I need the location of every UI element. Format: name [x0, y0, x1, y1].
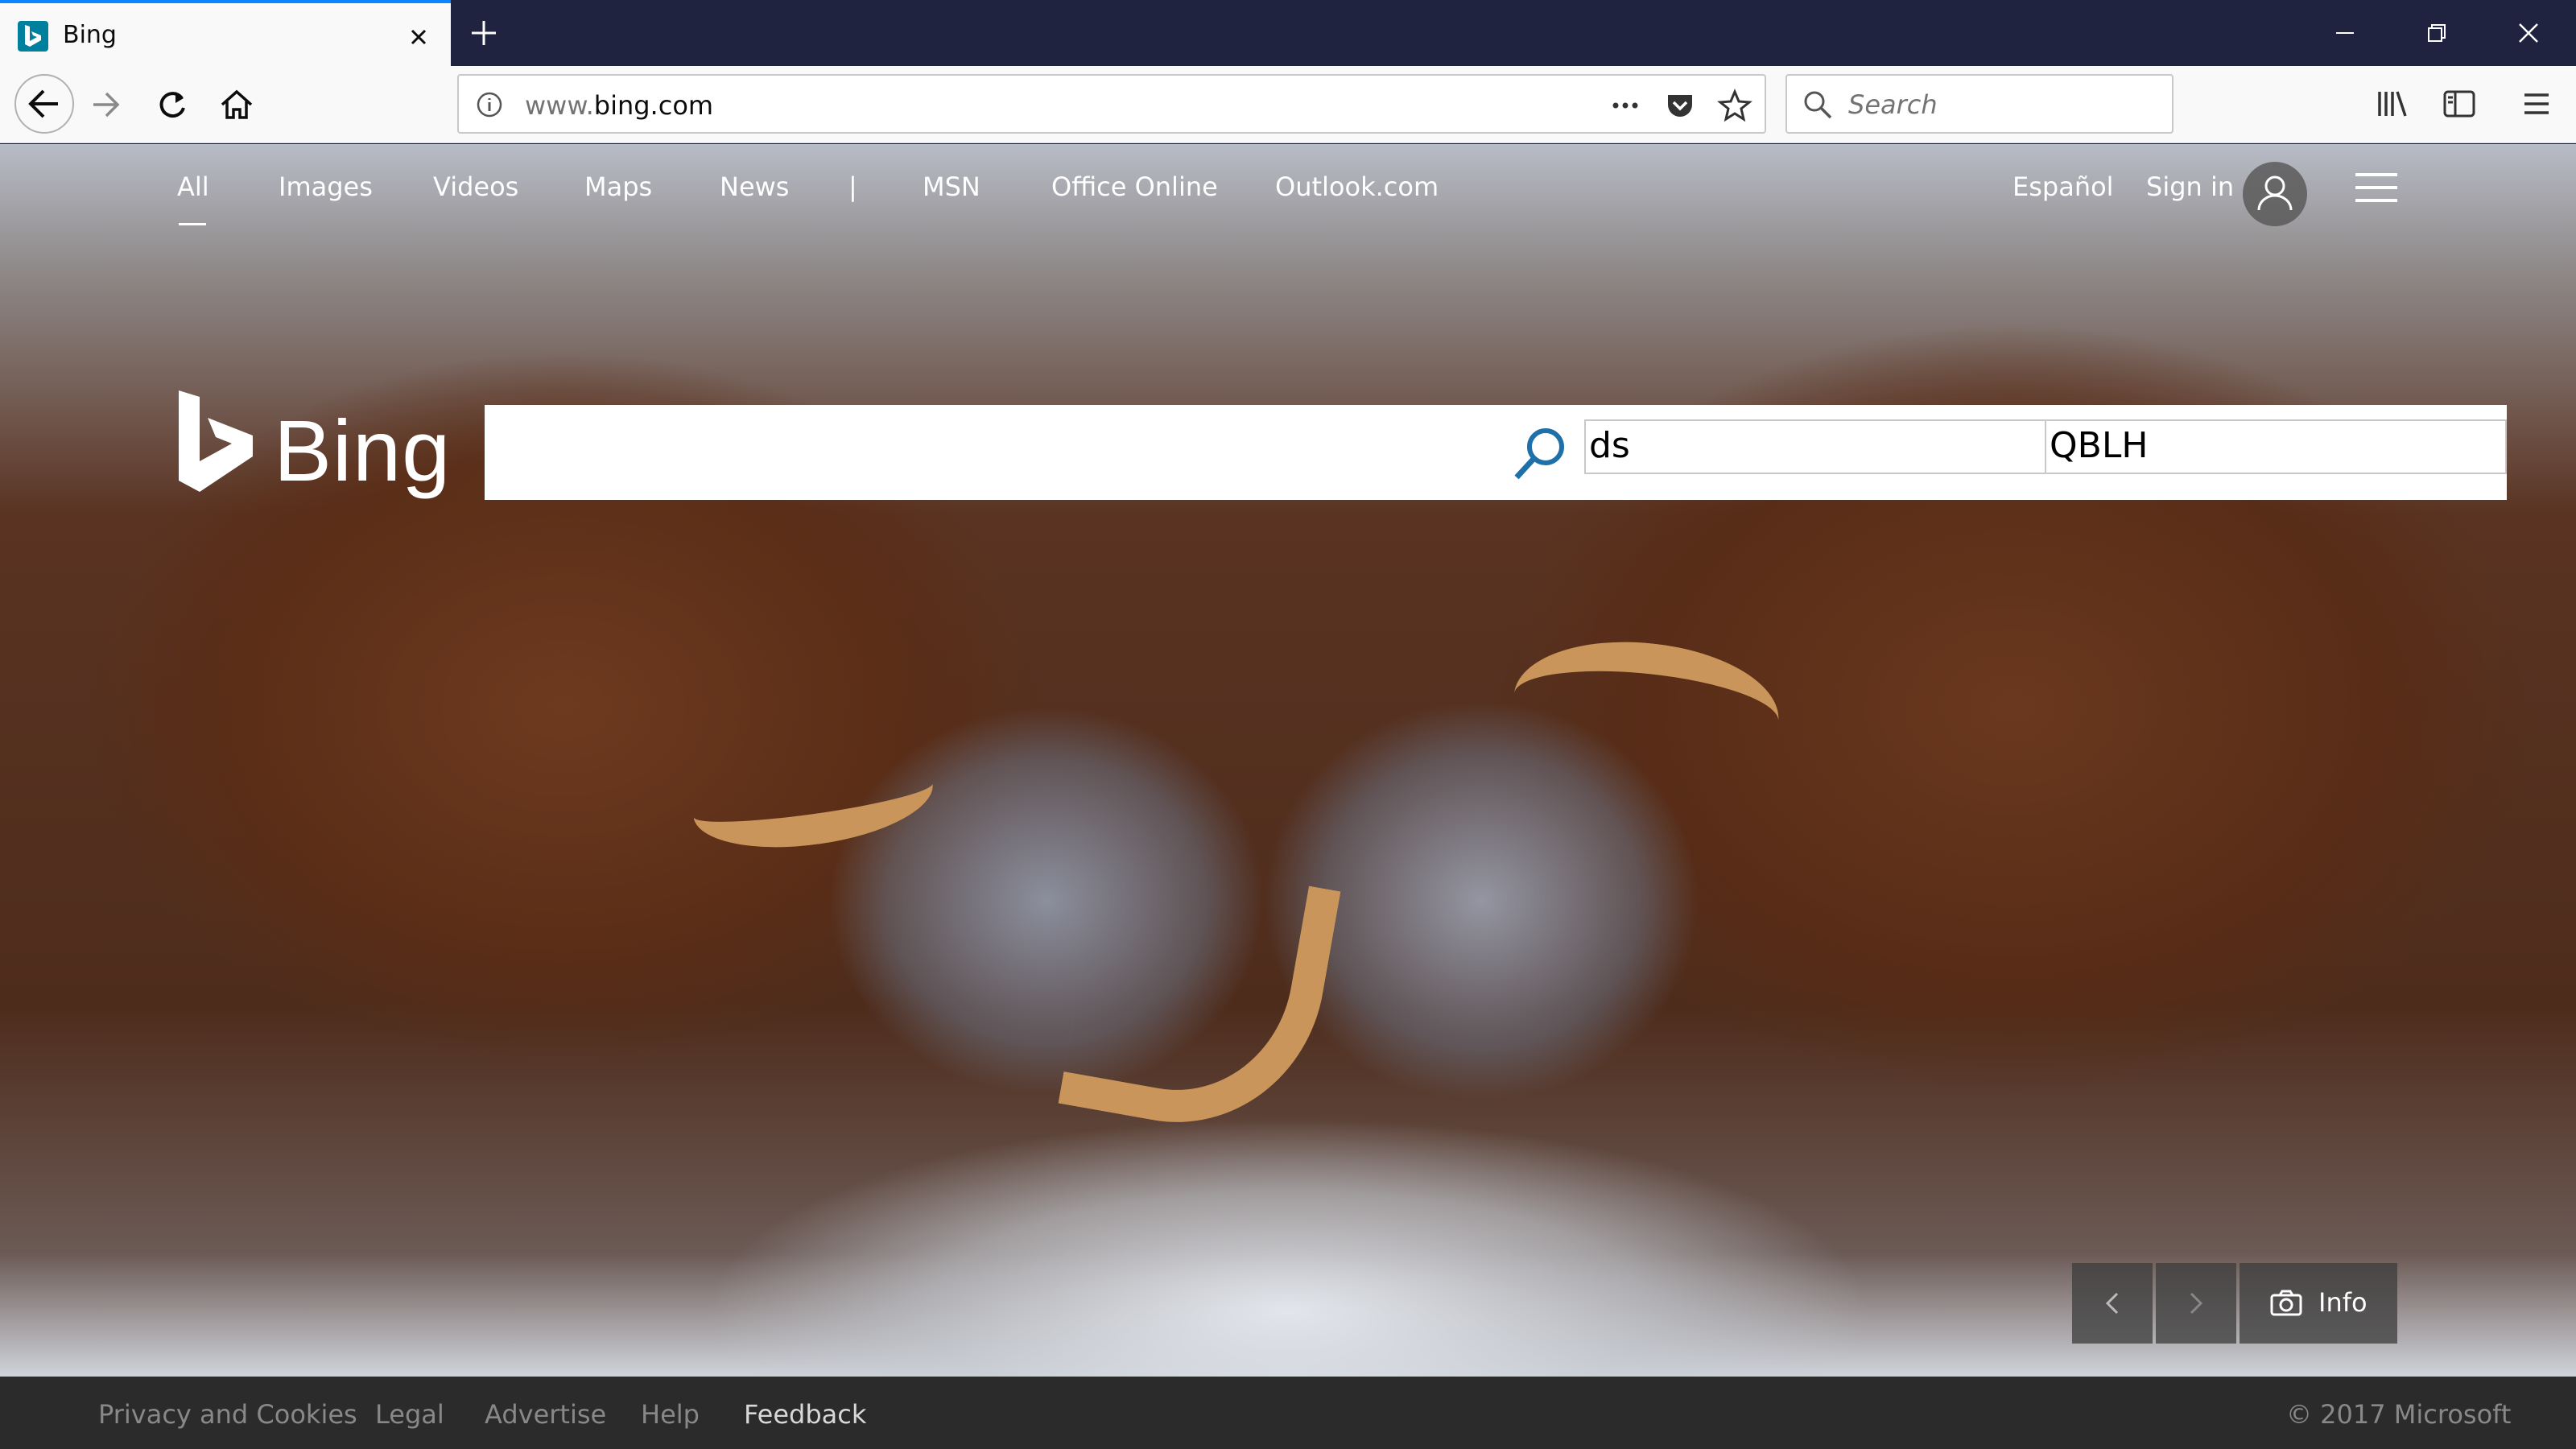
nav-maps[interactable]: Maps [584, 171, 652, 202]
camera-icon [2270, 1290, 2302, 1316]
browser-search-bar[interactable] [1785, 74, 2174, 134]
nav-all[interactable]: All [177, 171, 209, 202]
nav-outlook[interactable]: Outlook.com [1275, 171, 1439, 202]
next-image-button[interactable] [2156, 1263, 2236, 1344]
library-icon[interactable] [2373, 84, 2413, 124]
sidebar-icon[interactable] [2439, 84, 2479, 124]
browser-titlebar: Bing [0, 0, 2576, 66]
footer-help-link[interactable]: Help [641, 1399, 700, 1430]
nav-videos[interactable]: Videos [433, 171, 518, 202]
minimize-icon[interactable] [2325, 13, 2365, 53]
address-bar[interactable]: www.bing.com [457, 74, 1766, 134]
bing-favicon-icon [18, 21, 48, 52]
new-tab-icon[interactable] [465, 14, 502, 52]
bing-homepage: All Images Videos Maps News | MSN Office… [0, 144, 2576, 1377]
user-avatar-icon[interactable] [2243, 162, 2307, 226]
search-icon [1804, 91, 1832, 119]
footer-feedback-link[interactable]: Feedback [744, 1399, 866, 1430]
footer-advertise-link[interactable]: Advertise [485, 1399, 606, 1430]
info-label: Info [2318, 1287, 2368, 1318]
sign-in-link[interactable]: Sign in [2146, 171, 2234, 202]
background-horn-left [687, 739, 939, 861]
bing-logo-text: Bing [274, 402, 452, 499]
footer-privacy-link[interactable]: Privacy and Cookies [98, 1399, 357, 1430]
tab-title: Bing [63, 21, 117, 49]
bing-logo-icon [179, 390, 253, 492]
chevron-right-icon [2190, 1292, 2203, 1315]
site-info-icon[interactable] [475, 90, 504, 119]
active-nav-indicator [179, 223, 206, 225]
image-info-button[interactable]: Info [2240, 1263, 2397, 1344]
hamburger-menu-icon[interactable] [2354, 170, 2399, 205]
language-link[interactable]: Español [2013, 171, 2114, 202]
app-menu-icon[interactable] [2516, 84, 2557, 124]
bing-footer: Privacy and Cookies Legal Advertise Help… [0, 1377, 2576, 1449]
footer-copyright: © 2017 Microsoft [2286, 1399, 2512, 1430]
search-suggestion-field[interactable]: QBLH [2045, 419, 2507, 474]
nav-news[interactable]: News [720, 171, 789, 202]
bookmark-star-icon[interactable] [1716, 87, 1753, 124]
chevron-left-icon [2105, 1292, 2119, 1315]
pocket-icon[interactable] [1662, 87, 1699, 124]
footer-legal-link[interactable]: Legal [375, 1399, 444, 1430]
nav-office-online[interactable]: Office Online [1051, 171, 1218, 202]
back-arrow-icon [28, 89, 58, 118]
url-text: www.bing.com [525, 90, 713, 121]
forward-icon[interactable] [80, 79, 132, 130]
nav-images[interactable]: Images [279, 171, 373, 202]
url-domain: bing.com [593, 90, 714, 121]
previous-image-button[interactable] [2072, 1263, 2153, 1344]
browser-search-input[interactable] [1848, 85, 2162, 124]
nav-divider: | [848, 171, 857, 202]
background-horn-lower [1058, 849, 1341, 1146]
restore-icon[interactable] [2417, 13, 2457, 53]
home-icon[interactable] [211, 79, 262, 130]
background-horn-right [1507, 630, 1785, 786]
search-query-field[interactable]: ds [1584, 419, 2046, 474]
nav-msn[interactable]: MSN [923, 171, 980, 202]
search-magnifier-icon[interactable] [1509, 421, 1573, 485]
reload-icon[interactable] [147, 79, 198, 130]
back-button[interactable] [14, 74, 74, 134]
url-host: www. [525, 90, 594, 121]
close-tab-icon[interactable] [402, 21, 435, 53]
close-window-icon[interactable] [2508, 13, 2549, 53]
browser-tab[interactable]: Bing [0, 0, 451, 66]
page-actions-icon[interactable] [1607, 87, 1644, 124]
bing-search-box[interactable]: ds QBLH [485, 405, 2507, 500]
